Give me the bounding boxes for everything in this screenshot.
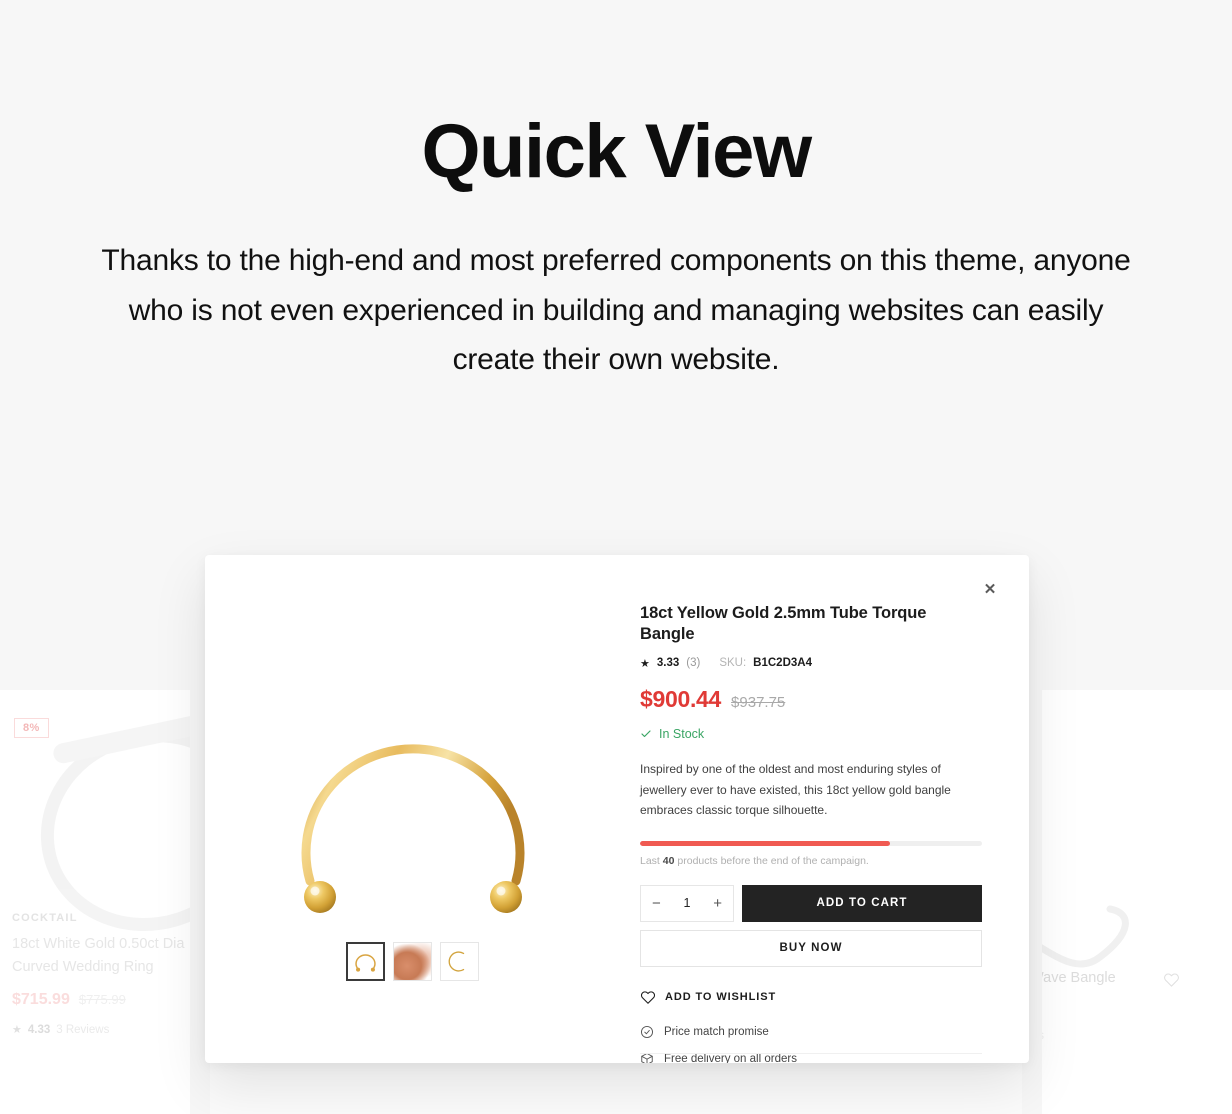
product-gallery: [205, 555, 620, 1063]
rating-value: 3.33: [656, 657, 680, 670]
quick-view-modal: ✕ 18ct Yellow Gold 2.5mm Tube Torque Ban…: [205, 555, 1029, 1063]
product-price-new: $715.99: [12, 991, 70, 1008]
background-product-card-left[interactable]: 8% COCKTAIL 18ct White Gold 0.50ct Dia C…: [0, 690, 210, 1114]
product-price-current: $900.44: [640, 685, 722, 712]
product-title: 18ct Yellow Gold 2.5mm Tube Torque Bangl…: [640, 604, 927, 644]
rating-value: 4.33: [27, 1023, 51, 1036]
background-price-row: $715.99 $775.99: [12, 991, 198, 1009]
campaign-suffix: products before the end of the campaign.: [677, 854, 869, 867]
product-info-panel: 18ct Yellow Gold 2.5mm Tube Torque Bangl…: [620, 555, 1029, 1063]
benefit-label: Price match promise: [664, 1025, 769, 1038]
background-wave-bangle-image: [1022, 905, 1129, 968]
campaign-text: Last 40 products before the end of the c…: [640, 855, 982, 867]
check-circle-icon: [640, 1025, 654, 1039]
close-icon[interactable]: ✕: [981, 581, 999, 599]
sku-label: SKU:: [719, 657, 747, 670]
benefits-list: Price match promise Free delivery on all…: [640, 1025, 982, 1063]
sku-value: B1C2D3A4: [753, 657, 812, 670]
benefit-label: Free delivery on all orders: [664, 1052, 797, 1063]
background-rating-row: ★ 4.33 3 Reviews: [12, 1023, 198, 1037]
product-category: COCKTAIL: [12, 912, 78, 925]
background-card-meta: COCKTAIL 18ct White Gold 0.50ct Dia Curv…: [12, 912, 198, 1036]
progress-track: [640, 840, 982, 846]
quantity-stepper[interactable]: − 1 +: [640, 884, 734, 922]
quantity-value[interactable]: 1: [684, 896, 691, 910]
heart-icon: [640, 990, 656, 1005]
product-name-line1: 18ct White Gold 0.50ct Dia: [12, 936, 185, 953]
product-main-image[interactable]: [248, 623, 578, 943]
thumbnail-list: [205, 942, 620, 981]
campaign-prefix: Last: [640, 854, 660, 867]
rating-count: (3): [686, 657, 701, 670]
product-price-original: $937.75: [731, 693, 786, 711]
price-row: $900.44 $937.75: [640, 686, 982, 713]
quantity-increment-button[interactable]: +: [713, 896, 722, 911]
check-icon: [640, 728, 652, 740]
product-name: Wave Bangle: [1030, 970, 1116, 986]
quantity-decrement-button[interactable]: −: [652, 896, 661, 911]
review-count: 3 Reviews: [56, 1023, 110, 1036]
buy-now-button[interactable]: BUY NOW: [640, 929, 982, 967]
campaign-count: 40: [662, 854, 675, 867]
heart-icon[interactable]: [1163, 972, 1180, 988]
page-subtitle: Thanks to the high-end and most preferre…: [101, 243, 1131, 377]
background-product-card-right[interactable]: Wave Bangle ws: [1022, 690, 1232, 1114]
thumbnail-bangle-front[interactable]: [346, 942, 385, 981]
purchase-actions-row: − 1 + ADD TO CART: [640, 884, 982, 922]
stock-status-row: In Stock: [640, 727, 982, 741]
star-icon: ★: [12, 1024, 22, 1036]
stock-status-label: In Stock: [659, 726, 705, 741]
add-to-wishlist-button[interactable]: ADD TO WISHLIST: [640, 990, 982, 1005]
thumbnail-bangle-on-wrist[interactable]: [393, 942, 432, 981]
add-to-cart-button[interactable]: ADD TO CART: [742, 884, 982, 922]
hero-section: Quick View Thanks to the high-end and mo…: [0, 0, 1232, 385]
progress-fill: [640, 840, 890, 846]
benefit-price-match: Price match promise: [640, 1025, 982, 1039]
star-icon: ★: [640, 657, 650, 670]
discount-badge: 8%: [14, 718, 49, 738]
product-name-line2: Curved Wedding Ring: [12, 958, 154, 975]
campaign-progress: Last 40 products before the end of the c…: [640, 840, 982, 867]
add-to-wishlist-label: ADD TO WISHLIST: [665, 991, 777, 1004]
thumbnail-bangle-side[interactable]: [440, 942, 479, 981]
product-price-old: $775.99: [78, 992, 126, 1007]
product-description: Inspired by one of the oldest and most e…: [640, 761, 951, 818]
product-meta-row: ★ 3.33 (3) SKU: B1C2D3A4: [640, 657, 982, 670]
modal-bottom-divider: [640, 1053, 982, 1054]
page-title: Quick View: [421, 109, 812, 194]
